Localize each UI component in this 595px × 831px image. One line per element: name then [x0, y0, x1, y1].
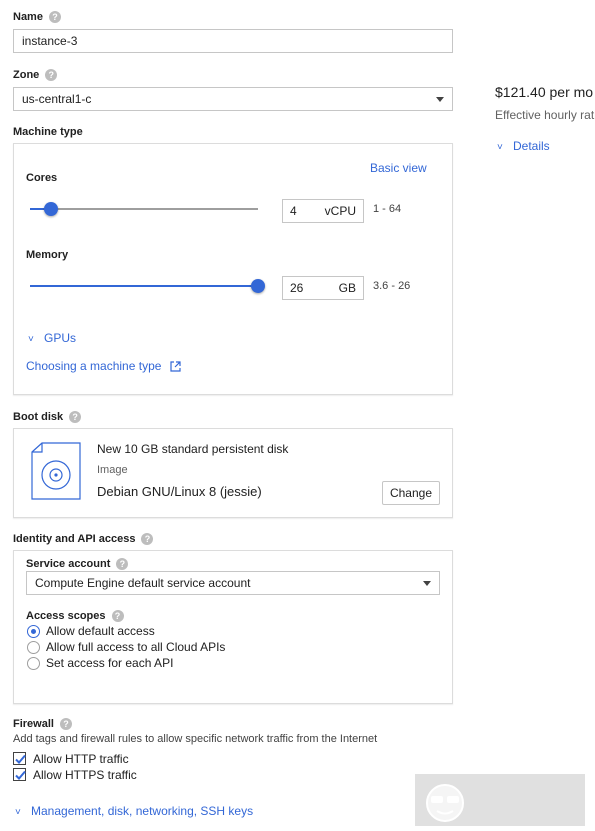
firewall-description: Add tags and firewall rules to allow spe…: [13, 733, 378, 745]
radio-default-access[interactable]: [27, 625, 40, 638]
machine-type-label: Machine type: [13, 126, 83, 138]
cores-range: 1 - 64: [373, 203, 402, 215]
memory-slider-fill: [30, 285, 258, 287]
dropdown-arrow-icon: [436, 97, 444, 102]
help-icon[interactable]: ?: [59, 718, 72, 730]
cores-slider-handle[interactable]: [44, 202, 58, 216]
name-input[interactable]: instance-3: [13, 29, 453, 53]
boot-disk-label: Boot disk?: [13, 411, 82, 423]
radio-each-api[interactable]: [27, 657, 40, 670]
memory-range: 3.6 - 26: [373, 280, 411, 292]
hourly-rate: Effective hourly rat: [495, 108, 595, 122]
checkmark-icon: [15, 770, 26, 780]
disk-icon: [31, 442, 81, 500]
external-link-icon: [170, 360, 182, 372]
help-icon[interactable]: ?: [45, 69, 58, 81]
change-button[interactable]: Change: [382, 481, 440, 505]
memory-input[interactable]: 26 GB: [282, 276, 364, 300]
chevron-down-icon: ˅: [15, 807, 21, 818]
dropdown-arrow-icon: [423, 581, 431, 586]
help-icon[interactable]: ?: [141, 533, 154, 545]
https-checkbox[interactable]: [13, 768, 26, 781]
radio-full-access[interactable]: [27, 641, 40, 654]
machine-type-panel: [13, 143, 453, 395]
management-link[interactable]: ˅ Management, disk, networking, SSH keys: [15, 804, 253, 818]
service-account-label: Service account?: [26, 558, 129, 570]
zone-label: Zone?: [13, 69, 58, 81]
cores-input[interactable]: 4 vCPU: [282, 199, 364, 223]
scope-option-label: Allow full access to all Cloud APIs: [46, 640, 226, 654]
details-link[interactable]: ˅ Details: [497, 139, 550, 153]
choosing-machine-type-link[interactable]: Choosing a machine type: [26, 359, 182, 373]
memory-label: Memory: [26, 249, 69, 261]
gpus-link[interactable]: ˅ GPUs: [28, 331, 76, 345]
zone-select[interactable]: us-central1-c: [13, 87, 453, 111]
help-icon[interactable]: ?: [111, 610, 124, 622]
cores-label: Cores: [26, 172, 58, 184]
checkmark-icon: [15, 754, 26, 764]
basic-view-link[interactable]: Basic view: [370, 161, 427, 175]
help-icon[interactable]: ?: [69, 411, 82, 423]
help-icon[interactable]: ?: [116, 558, 129, 570]
watermark-face-icon: [426, 784, 464, 822]
chevron-down-icon: ˅: [497, 142, 503, 153]
name-label: Name?: [13, 11, 61, 23]
http-label: Allow HTTP traffic: [33, 752, 129, 766]
memory-slider-handle[interactable]: [251, 279, 265, 293]
scope-option-label: Set access for each API: [46, 656, 174, 670]
http-checkbox[interactable]: [13, 752, 26, 765]
scope-option-label: Allow default access: [46, 624, 155, 638]
monthly-price: $121.40 per mo: [495, 84, 594, 100]
image-label: Image: [97, 464, 128, 476]
boot-disk-title: New 10 GB standard persistent disk: [97, 442, 289, 456]
access-scopes-label: Access scopes?: [26, 610, 124, 622]
identity-label: Identity and API access?: [13, 533, 154, 545]
https-label: Allow HTTPS traffic: [33, 768, 137, 782]
cores-slider-track[interactable]: [30, 208, 258, 210]
boot-disk-image: Debian GNU/Linux 8 (jessie): [97, 484, 262, 499]
chevron-down-icon: ˅: [28, 334, 34, 345]
watermark-logo: [415, 774, 585, 826]
help-icon[interactable]: ?: [48, 11, 61, 23]
service-account-select[interactable]: Compute Engine default service account: [26, 571, 440, 595]
firewall-label: Firewall?: [13, 718, 72, 730]
